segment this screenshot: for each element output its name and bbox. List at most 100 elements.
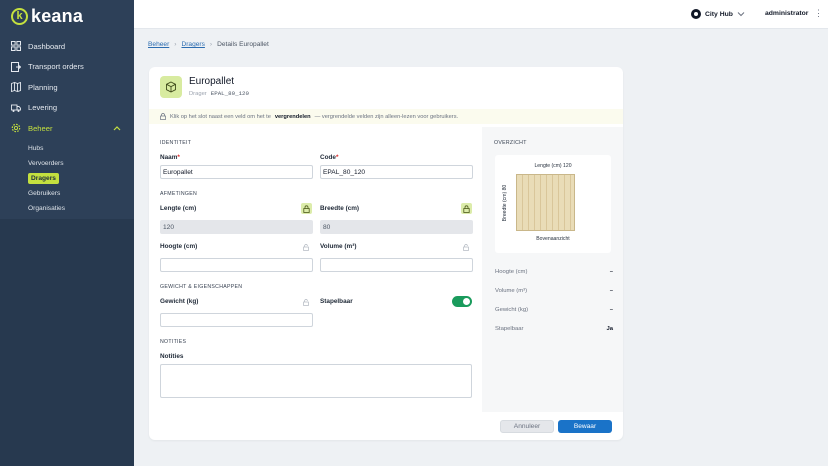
sidebar-subitem-dragers[interactable]: Dragers	[0, 171, 134, 186]
chevron-right-icon: ›	[209, 41, 213, 48]
breedte-input[interactable]: 80	[320, 220, 473, 234]
overview-row-gewicht: Gewicht (kg) –	[495, 307, 613, 313]
sidebar-item-dashboard[interactable]: Dashboard	[0, 36, 134, 57]
lock-open-icon[interactable]	[301, 297, 311, 307]
naam-label-text: Naam	[160, 154, 178, 161]
breadcrumb-beheer[interactable]: Beheer	[148, 41, 169, 48]
lock-closed-icon[interactable]	[461, 203, 472, 214]
save-button[interactable]: Bewaar	[558, 420, 612, 433]
sidebar-subitem-vervoerders[interactable]: Vervoerders	[0, 156, 134, 171]
beheer-subnav: Hubs Vervoerders Dragers Gebruikers Orga…	[0, 139, 134, 216]
code-label: Code*	[320, 154, 338, 161]
logo-text: keana	[31, 6, 84, 26]
user-menu[interactable]: administrator	[765, 10, 808, 17]
sidebar-subitem-label: Organisaties	[28, 204, 66, 212]
width-caption: Breedte (cm) 80	[502, 184, 508, 222]
logo-mark: k	[11, 7, 28, 25]
sidebar-subitem-hubs[interactable]: Hubs	[0, 141, 134, 156]
sidebar-subitem-organisaties[interactable]: Organisaties	[0, 201, 134, 216]
subtitle-code: EPAL_80_120	[210, 90, 250, 97]
overview-row-value: Ja	[606, 326, 613, 332]
sidebar-item-levering[interactable]: Levering	[0, 98, 134, 119]
notice-text-after: — vergrendelde velden zijn alleen-lezen …	[314, 113, 459, 120]
overview-row-label: Gewicht (kg)	[495, 307, 529, 313]
gear-icon	[11, 123, 21, 133]
cancel-button[interactable]: Annuleer	[500, 420, 554, 433]
sidebar-item-beheer[interactable]: Beheer	[0, 118, 134, 139]
sidebar-subitem-label: Dragers	[28, 172, 59, 184]
lock-closed-icon[interactable]	[301, 203, 312, 214]
breadcrumb: Beheer › Dragers › Details Europallet	[148, 41, 269, 48]
sidebar-nav: Dashboard Transport orders Planning Leve…	[0, 36, 134, 216]
sidebar-item-transport-orders[interactable]: Transport orders	[0, 57, 134, 78]
gewicht-input[interactable]	[160, 313, 313, 327]
lock-open-icon[interactable]	[461, 242, 471, 252]
sidebar-item-label: Beheer	[28, 123, 53, 133]
chevron-right-icon: ›	[174, 41, 177, 48]
volume-label: Volume (m³)	[320, 243, 357, 250]
overview-panel: OVERZICHT Lengte (cm) 120 Breedte (cm) 8…	[482, 127, 623, 412]
section-notities: NOTITIES	[160, 339, 187, 345]
stapelbaar-label: Stapelbaar	[320, 298, 353, 305]
sidebar-item-label: Transport orders	[28, 62, 84, 72]
notice-text-before: Klik op het slot naast een veld om het t…	[170, 113, 271, 120]
top-bar: City Hub administrator ⋮	[134, 0, 828, 29]
lock-icon	[160, 113, 166, 120]
naam-label: Naam*	[160, 154, 180, 161]
hub-icon	[691, 9, 701, 19]
hoogte-label: Hoogte (cm)	[160, 243, 198, 250]
pallet-preview: Lengte (cm) 120 Breedte (cm) 80 Bovenaan…	[495, 155, 611, 253]
overview-row-value: –	[609, 269, 613, 275]
section-afmetingen: AFMETINGEN	[160, 191, 198, 197]
lock-notice: Klik op het slot naast een veld om het t…	[149, 109, 623, 124]
notice-text-bold: vergrendelen	[274, 113, 311, 120]
overview-row-hoogte: Hoogte (cm) –	[495, 269, 613, 275]
breedte-label: Breedte (cm)	[320, 205, 360, 212]
subtitle-label: Drager	[189, 91, 207, 97]
sidebar-subitem-gebruikers[interactable]: Gebruikers	[0, 186, 134, 201]
view-caption: Bovenaanzicht	[536, 236, 570, 242]
overview-row-label: Stapelbaar	[495, 326, 524, 332]
overview-row-label: Volume (m³)	[495, 288, 528, 294]
chevron-down-icon	[737, 12, 745, 17]
section-identiteit: IDENTITEIT	[160, 140, 192, 146]
length-caption: Lengte (cm) 120	[534, 163, 572, 169]
overview-row-stapelbaar: Stapelbaar Ja	[495, 326, 613, 332]
sidebar-item-planning[interactable]: Planning	[0, 77, 134, 98]
stapelbaar-toggle[interactable]	[452, 296, 472, 307]
overview-title: OVERZICHT	[494, 140, 527, 146]
overview-row-value: –	[609, 288, 613, 294]
pallet-top-view	[516, 174, 575, 231]
page-title: Europallet	[189, 76, 235, 87]
code-input[interactable]: EPAL_80_120	[320, 165, 473, 179]
truck-icon	[11, 104, 21, 112]
grid-icon	[11, 41, 21, 52]
page-subtitle: Drager EPAL_80_120	[189, 90, 249, 97]
hub-label: City Hub	[705, 10, 733, 18]
section-gewicht: GEWICHT & EIGENSCHAPPEN	[160, 284, 243, 290]
app-logo[interactable]: k keana	[11, 6, 83, 26]
lengte-input[interactable]: 120	[160, 220, 313, 234]
hoogte-input[interactable]	[160, 258, 313, 272]
lock-open-icon[interactable]	[301, 242, 311, 252]
code-label-text: Code	[320, 154, 336, 161]
detail-card: Europallet Drager EPAL_80_120 Klik op het…	[149, 67, 623, 440]
hub-selector[interactable]: City Hub	[691, 9, 745, 19]
volume-input[interactable]	[320, 258, 473, 272]
required-mark: *	[177, 154, 180, 161]
chevron-up-icon	[113, 126, 121, 131]
overview-row-volume: Volume (m³) –	[495, 288, 613, 294]
sidebar-item-label: Dashboard	[28, 41, 66, 51]
notities-label: Notities	[160, 353, 184, 360]
required-mark: *	[335, 154, 339, 161]
notities-textarea[interactable]	[160, 364, 472, 398]
overview-row-value: –	[609, 307, 613, 313]
naam-input[interactable]: Europallet	[160, 165, 313, 179]
more-vertical-icon[interactable]: ⋮	[814, 9, 823, 18]
exit-icon	[11, 61, 21, 72]
sidebar: k keana Dashboard Transport orders Plann…	[0, 0, 134, 466]
overview-row-label: Hoogte (cm)	[495, 269, 528, 275]
breadcrumb-dragers[interactable]: Dragers	[181, 41, 204, 48]
breadcrumb-current: Details Europallet	[217, 41, 269, 48]
sidebar-subitem-label: Gebruikers	[28, 189, 61, 197]
